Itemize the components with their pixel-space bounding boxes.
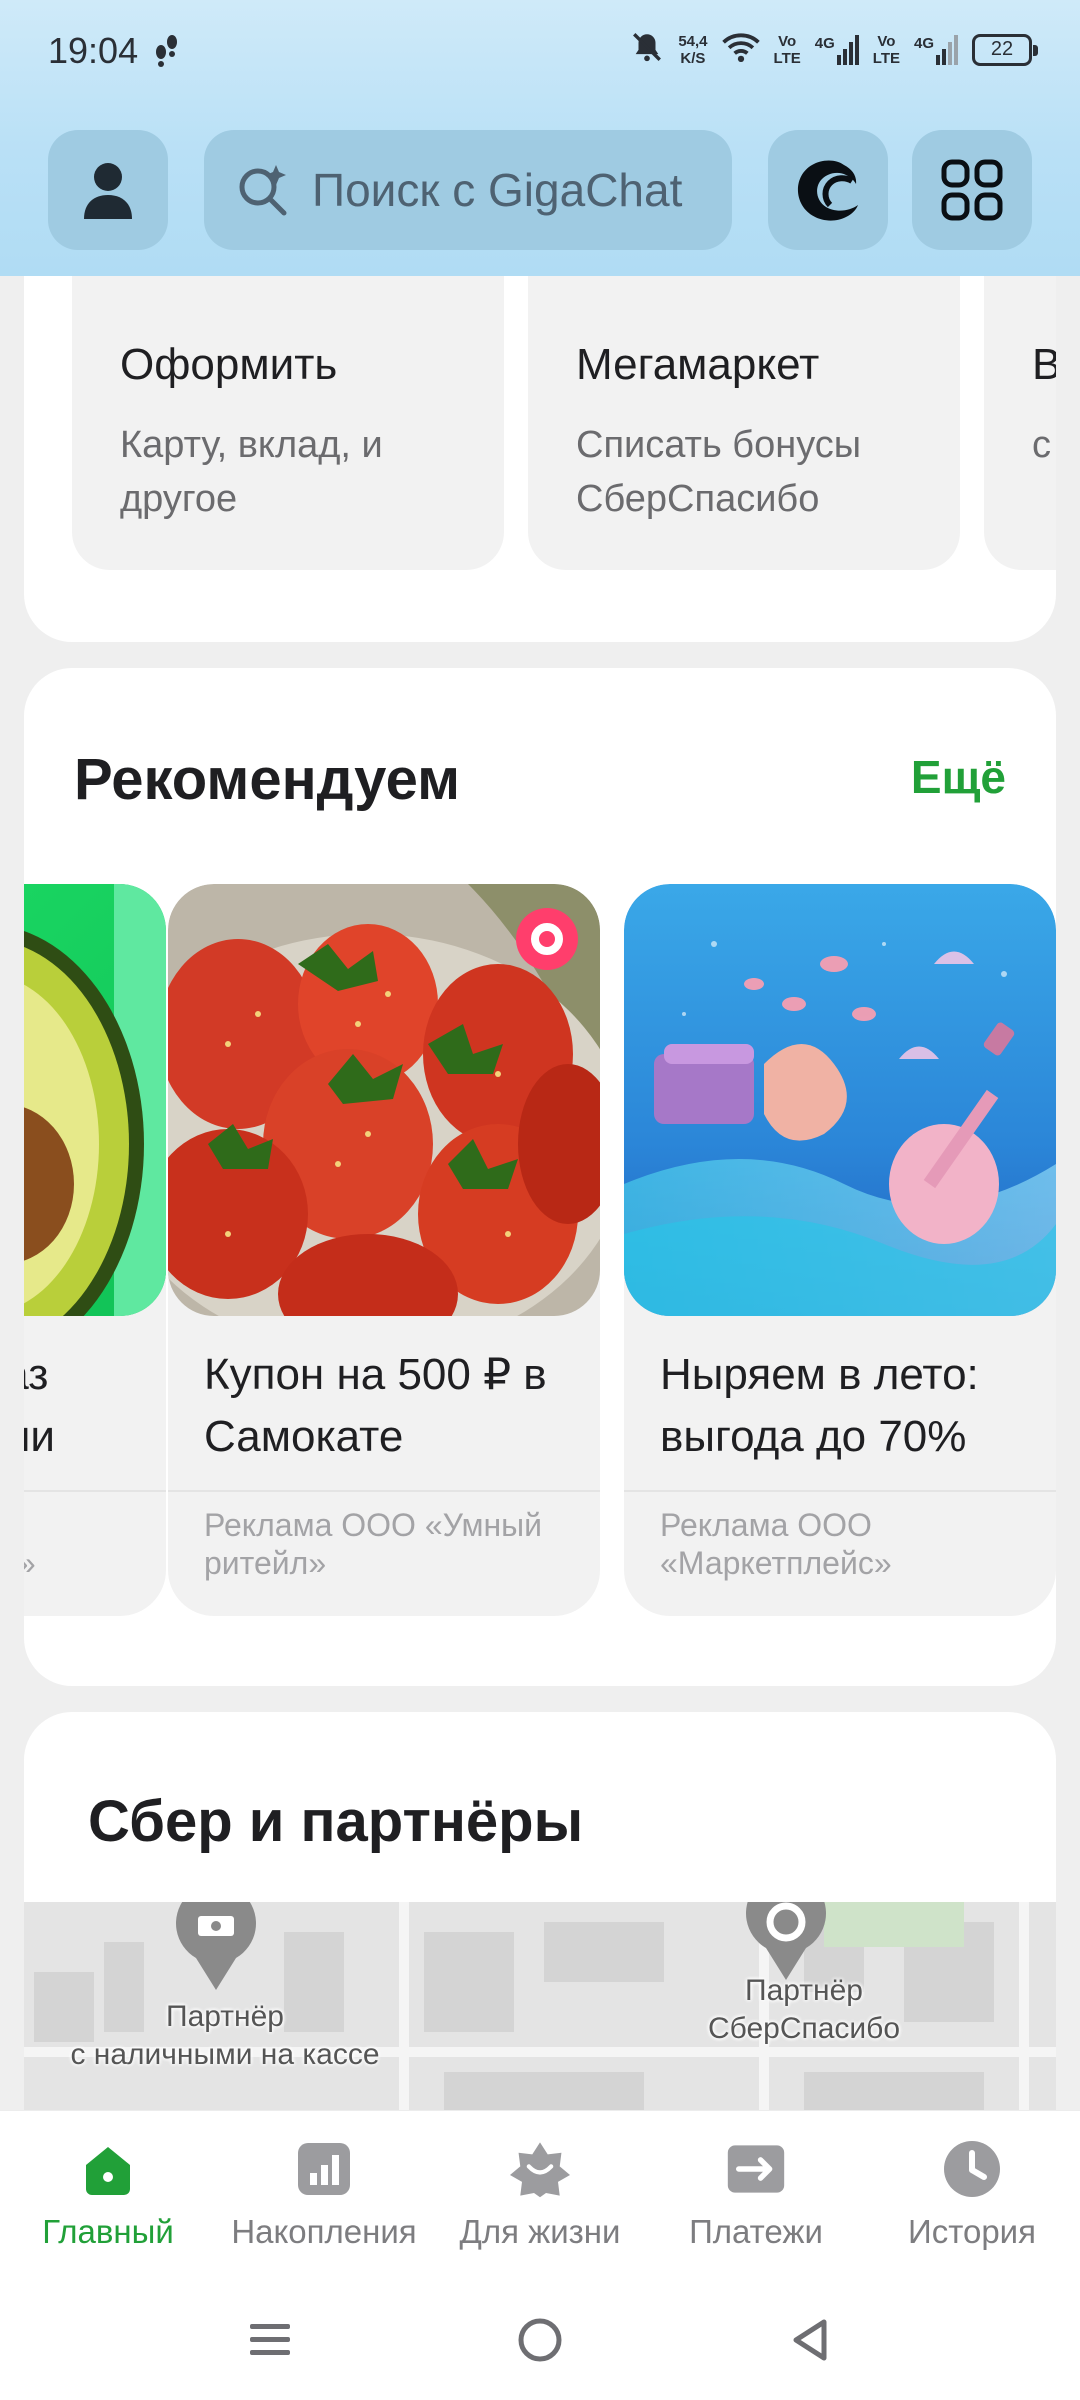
promo-title: каз ачи: [24, 1350, 56, 1461]
promo-ad-text: Реклама ООО «Маркетплейс»: [660, 1507, 892, 1581]
promo-title: Купон на 500 ₽ в Самокате: [204, 1350, 547, 1461]
action-title: В: [1032, 340, 1056, 389]
gigachat-search-icon: [239, 165, 287, 216]
cash-partner-pin-icon: [176, 1902, 256, 1990]
partners-section: Сбер и партнёры Партнёр с наличными на к…: [24, 1712, 1056, 2132]
nav-for-life[interactable]: Для жизни: [432, 2111, 648, 2281]
nav-payments[interactable]: Платежи: [648, 2111, 864, 2281]
map-label-cash-partner: Партнёр с наличными на кассе: [70, 2000, 380, 2071]
promo-image-avocado: [24, 884, 166, 1316]
promo-ad-text: ис»: [24, 1544, 166, 1582]
action-card-apply[interactable]: Оформить Карту, вклад, и другое: [72, 240, 504, 570]
promo-title: Ныряем в лето: выгода до 70%: [660, 1350, 979, 1461]
apps-button[interactable]: [912, 130, 1032, 250]
action-card-megamarket[interactable]: Мегамаркет Списать бонусы СберСпасибо: [528, 240, 960, 570]
status-icons: 54,4 K/S Vo LTE 4G Vo LTE 4G 22: [630, 30, 1038, 69]
nav-home[interactable]: Главный: [0, 2111, 216, 2281]
clock-icon: [942, 2139, 1002, 2199]
promo-card-samokat[interactable]: Купон на 500 ₽ в Самокате Реклама ООО «У…: [168, 884, 600, 1616]
section-title: Рекомендуем: [74, 747, 461, 812]
volte-2-bottom: LTE: [872, 49, 900, 67]
signal-2-label: 4G: [913, 34, 934, 52]
battery-indicator: 22: [972, 33, 1038, 66]
signal-1-label: 4G: [814, 34, 835, 52]
volte-1-top: Vo: [778, 32, 797, 50]
action-title: Оформить: [120, 340, 338, 389]
volte-1: Vo LTE: [774, 33, 801, 67]
search-gigachat-button[interactable]: Поиск с GigaChat: [204, 130, 732, 250]
promo-divider: [24, 1490, 166, 1492]
action-subtitle: Списать бонусы СберСпасибо: [576, 424, 862, 520]
menu-icon[interactable]: [240, 2310, 300, 2370]
nav-label: Накопления: [231, 2213, 417, 2250]
volte-2-top: Vo: [877, 32, 896, 50]
person-icon: [84, 163, 132, 219]
promo-image-strawberries: [168, 884, 600, 1316]
nav-history[interactable]: История: [864, 2111, 1080, 2281]
action-subtitle: Карту, вклад, и другое: [120, 424, 383, 520]
apps-grid-icon: [941, 159, 1003, 221]
transfer-arrow-icon: [726, 2139, 786, 2199]
quick-actions-panel: Оформить Карту, вклад, и другое Мегамарк…: [24, 240, 1056, 642]
volte-2: Vo LTE: [873, 33, 900, 67]
home-icon: [78, 2139, 138, 2199]
profile-button[interactable]: [48, 130, 168, 250]
net-speed-unit: K/S: [680, 49, 706, 67]
smile-star-icon: [510, 2139, 570, 2199]
nav-savings[interactable]: Накопления: [216, 2111, 432, 2281]
footsteps-icon: [152, 34, 182, 73]
wifi-icon: [721, 31, 760, 68]
map-label-sberspasibo-partner: Партнёр СберСпасибо: [707, 1974, 901, 2045]
more-link[interactable]: Ещё: [911, 750, 1006, 804]
bottom-navigation: Главный Накопления Для жизни Платежи Ист…: [0, 2110, 1080, 2280]
nav-label: Главный: [42, 2213, 174, 2250]
home-circle-icon[interactable]: [510, 2310, 570, 2370]
action-subtitle: с: [1032, 424, 1051, 466]
promo-divider: [168, 1490, 600, 1492]
promo-image-underwater: [624, 884, 1056, 1316]
gigachat-logo-icon: [797, 160, 858, 221]
nav-label: История: [908, 2213, 1036, 2250]
signal-1: 4G: [814, 34, 859, 65]
signal-bars-icon: [936, 34, 958, 65]
search-placeholder: Поиск с GigaChat: [312, 164, 683, 216]
sberspasibo-partner-pin-icon: [746, 1902, 826, 1980]
nav-label: Для жизни: [459, 2213, 621, 2250]
action-card-partial[interactable]: В с: [984, 240, 1056, 570]
recommend-section: Рекомендуем Ещё каз ачи ис»: [24, 668, 1056, 1686]
back-icon[interactable]: [780, 2310, 840, 2370]
net-speed: 54,4 K/S: [678, 33, 707, 67]
promo-ad-text: Реклама ООО «Умный ритейл»: [204, 1507, 543, 1581]
partners-map[interactable]: Партнёр с наличными на кассе Партнёр Сбе…: [24, 1902, 1056, 2132]
bar-chart-icon: [294, 2139, 354, 2199]
volte-1-bottom: LTE: [773, 49, 801, 67]
nav-label: Платежи: [689, 2213, 823, 2250]
signal-2: 4G: [913, 34, 958, 65]
signal-bars-icon: [836, 34, 859, 65]
promo-card[interactable]: каз ачи ис»: [24, 884, 166, 1616]
net-speed-value: 54,4: [678, 32, 708, 50]
samokat-logo-icon: [516, 908, 578, 970]
status-bar: 19:04 54,4 K/S Vo LTE 4G Vo LTE 4G 22: [0, 0, 1080, 110]
section-title: Сбер и партнёры: [88, 1789, 584, 1854]
gigachat-button[interactable]: [768, 130, 888, 250]
header: 19:04 54,4 K/S Vo LTE 4G Vo LTE 4G 22 По…: [0, 0, 1080, 276]
system-navigation-bar: [0, 2280, 1080, 2400]
promo-card-marketplace[interactable]: Ныряем в лето: выгода до 70% Реклама ООО…: [624, 884, 1056, 1616]
status-time: 19:04: [48, 30, 139, 71]
action-title: Мегамаркет: [576, 340, 820, 389]
mute-icon: [630, 30, 664, 69]
promo-divider: [624, 1490, 1056, 1492]
